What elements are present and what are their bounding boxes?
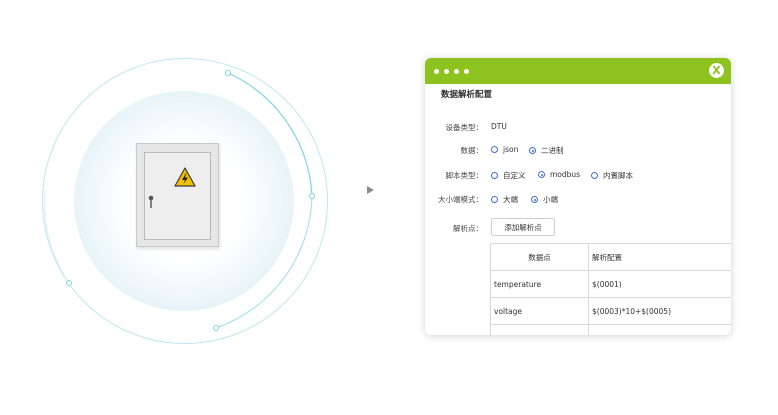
radio-big-endian[interactable]: 大端: [491, 194, 518, 205]
column-header-data-point: 数据点: [490, 243, 589, 271]
electrical-cabinet-icon: [136, 143, 219, 247]
device-type-label: 设备类型：: [445, 123, 484, 132]
cell-parse-config: $(0003)*10+$(0005): [588, 297, 731, 325]
parse-points-label: 解析点：: [453, 224, 483, 233]
radio-label: 大端: [503, 195, 518, 204]
radio-little-endian[interactable]: 小端: [531, 194, 558, 205]
dialog-title: 数据解析配置: [441, 90, 493, 100]
high-voltage-warning-icon: [174, 167, 196, 187]
radio-circle-selected: [538, 171, 545, 178]
cell-data-point: [490, 324, 589, 335]
endian-label: 大小端模式：: [438, 195, 483, 204]
radio-builtin-script[interactable]: 内置脚本: [591, 170, 633, 181]
radio-circle: [491, 146, 498, 153]
close-button[interactable]: X: [709, 63, 724, 78]
radio-json[interactable]: json: [491, 145, 518, 154]
radio-label: 二进制: [541, 146, 564, 155]
ring-node: [213, 325, 219, 331]
ring-node: [309, 193, 315, 199]
column-header-parse-config: 解析配置: [588, 243, 731, 271]
data-label: 数据：: [460, 146, 484, 155]
radio-circle: [491, 196, 498, 203]
script-type-label: 脚本类型：: [445, 171, 484, 180]
radio-label: modbus: [550, 170, 581, 179]
radio-label: 内置脚本: [603, 171, 633, 180]
ring-node: [66, 280, 72, 286]
table-row[interactable]: voltage $(0003)*10+$(0005): [490, 297, 731, 325]
cell-parse-config: [588, 324, 731, 335]
table-row[interactable]: temperature $(0001): [490, 270, 731, 298]
cabinet-door: [144, 152, 211, 240]
parse-points-table: 数据点 解析配置 temperature $(0001) voltage $(0…: [490, 243, 731, 335]
radio-circle: [591, 172, 598, 179]
lock-icon: [148, 195, 154, 208]
cell-data-point: voltage: [490, 297, 589, 325]
parse-config-dialog: X 数据解析配置 设备类型： DTU 数据： json 二进制 脚本类型： 自定…: [425, 58, 731, 335]
radio-binary[interactable]: 二进制: [529, 145, 564, 156]
radio-custom[interactable]: 自定义: [491, 170, 526, 181]
titlebar-dot: [464, 69, 469, 74]
arrow-right-icon: [367, 186, 374, 194]
device-type-value: DTU: [491, 122, 507, 131]
ring-node: [225, 70, 231, 76]
illustration: [0, 0, 360, 415]
titlebar-dot: [454, 69, 459, 74]
radio-label: 自定义: [503, 171, 526, 180]
add-parse-point-button[interactable]: 添加解析点: [491, 218, 555, 236]
titlebar-dot: [444, 69, 449, 74]
table-header-row: 数据点 解析配置: [490, 243, 731, 271]
table-row[interactable]: [490, 324, 731, 335]
cell-parse-config: $(0001): [588, 270, 731, 298]
radio-circle: [491, 172, 498, 179]
cell-data-point: temperature: [490, 270, 589, 298]
radio-label: 小端: [543, 195, 558, 204]
titlebar-dot: [434, 69, 439, 74]
radio-modbus[interactable]: modbus: [538, 170, 580, 179]
radio-circle-selected: [531, 196, 538, 203]
radio-circle-selected: [529, 147, 536, 154]
close-icon: X: [712, 64, 721, 77]
dialog-titlebar: X: [425, 58, 731, 84]
radio-label: json: [503, 145, 519, 154]
